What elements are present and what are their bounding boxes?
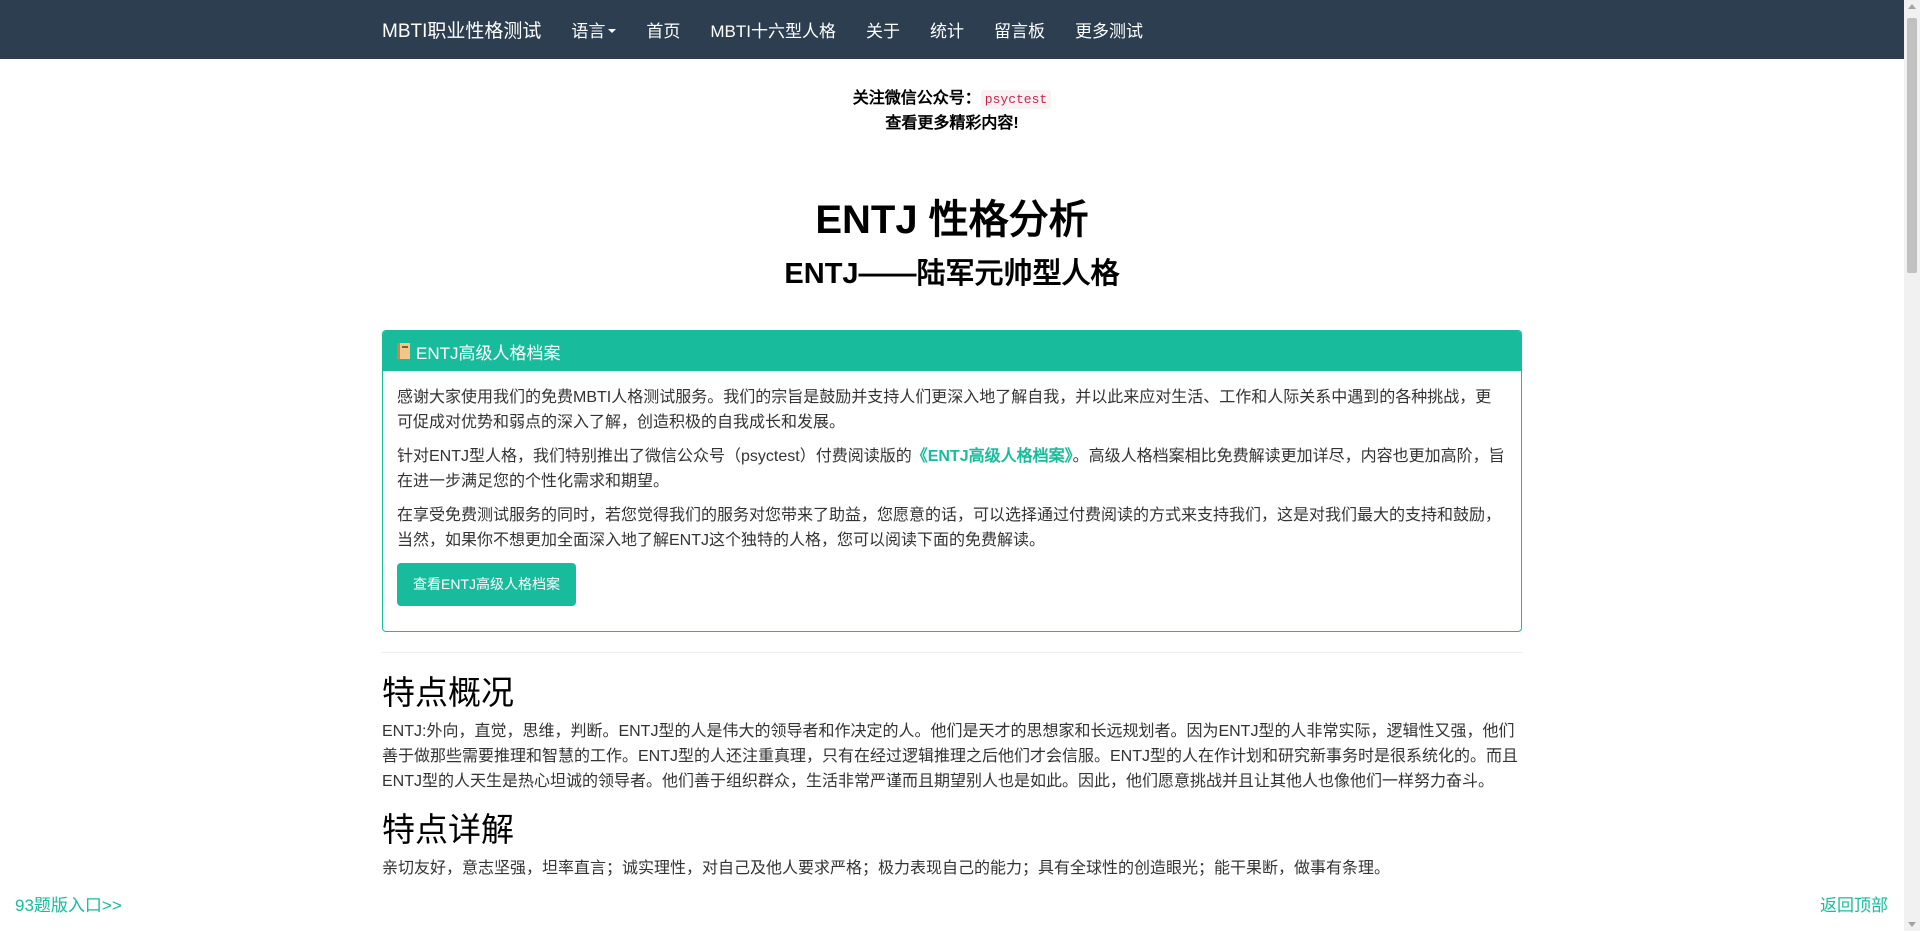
nav-language-dropdown[interactable]: 语言 [571,17,617,42]
scroll-up-arrow-icon[interactable] [1908,4,1916,9]
panel-paragraph-1: 感谢大家使用我们的免费MBTI人格测试服务。我们的宗旨是鼓励并支持人们更深入地了… [397,389,1492,431]
section-divider [382,652,1522,653]
panel-body: 感谢大家使用我们的免费MBTI人格测试服务。我们的宗旨是鼓励并支持人们更深入地了… [383,371,1521,631]
wechat-follow-notice: 关注微信公众号： psyctest 查看更多精彩内容! [382,87,1522,136]
back-to-top-link[interactable]: 返回顶部 [1820,891,1888,916]
nav-mbti-16-types[interactable]: MBTI十六型人格 [710,17,836,42]
scroll-down-arrow-icon[interactable] [1908,922,1916,927]
top-navbar: MBTI职业性格测试 语言 首页 MBTI十六型人格 关于 统计 留言板 更多测… [0,0,1904,59]
main-container: 关注微信公众号： psyctest 查看更多精彩内容! ENTJ 性格分析 ENT… [382,59,1522,881]
overview-text: ENTJ:外向，直觉，思维，判断。ENTJ型的人是伟大的领导者和作决定的人。他们… [382,723,1519,790]
panel-heading-text: ENTJ高级人格档案 [416,343,561,363]
book-icon [397,343,410,359]
premium-profile-link[interactable]: 《ENTJ高级人格档案》 [912,448,1073,465]
panel-p2-before: 针对ENTJ型人格，我们特别推出了微信公众号（psyctest）付费阅读版的 [397,448,912,465]
page-title: ENTJ 性格分析 [815,198,1089,242]
93-question-version-link[interactable]: 93题版入口>> [15,891,122,916]
wechat-id-code: psyctest [980,90,1052,109]
follow-line-1: 关注微信公众号： psyctest [382,87,1522,112]
navbar-inner: MBTI职业性格测试 语言 首页 MBTI十六型人格 关于 统计 留言板 更多测… [382,0,1173,59]
page-scrollbar[interactable] [1904,0,1920,931]
follow-prefix: 关注微信公众号： [852,90,981,107]
details-text: 亲切友好，意志坚强，坦率直言；诚实理性，对自己及他人要求严格；极力表现自己的能力… [382,860,1391,877]
page-subtitle: ENTJ——陆军元帅型人格 [784,258,1120,290]
nav-statistics[interactable]: 统计 [930,17,964,42]
panel-paragraph-2: 针对ENTJ型人格，我们特别推出了微信公众号（psyctest）付费阅读版的《E… [397,444,1507,494]
premium-profile-panel: ENTJ高级人格档案 感谢大家使用我们的免费MBTI人格测试服务。我们的宗旨是鼓… [382,330,1522,632]
nav-home[interactable]: 首页 [646,17,680,42]
details-heading: 特点详解 [382,811,514,848]
caret-down-icon [608,28,617,33]
follow-line-2: 查看更多精彩内容! [885,115,1019,132]
view-premium-profile-button[interactable]: 查看ENTJ高级人格档案 [397,563,576,606]
nav-more-tests[interactable]: 更多测试 [1075,17,1143,42]
nav-language-label: 语言 [571,22,606,41]
nav-message-board[interactable]: 留言板 [994,17,1045,42]
scrollbar-thumb[interactable] [1907,18,1917,273]
nav-about[interactable]: 关于 [866,17,900,42]
panel-paragraph-3: 在享受免费测试服务的同时，若您觉得我们的服务对您带来了助益，您愿意的话，可以选择… [397,507,1502,549]
navbar-brand[interactable]: MBTI职业性格测试 [382,16,541,43]
overview-heading: 特点概况 [382,674,514,711]
panel-heading: ENTJ高级人格档案 [383,331,1521,371]
